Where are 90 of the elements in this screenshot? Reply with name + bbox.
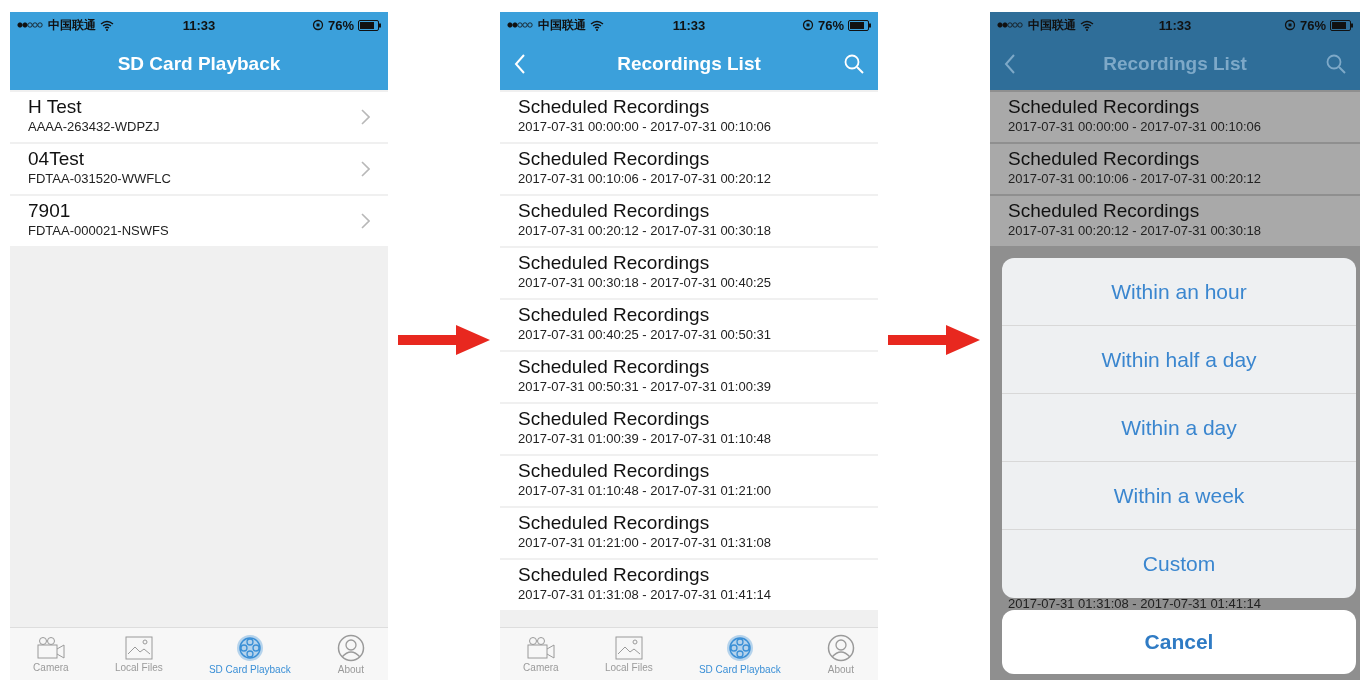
signal-icon bbox=[996, 21, 1024, 29]
image-icon bbox=[613, 635, 644, 660]
row-subtitle: 2017-07-31 00:10:06 - 2017-07-31 00:20:12 bbox=[1008, 170, 1262, 187]
row-title: Scheduled Recordings bbox=[518, 304, 711, 326]
row-title: Scheduled Recordings bbox=[518, 564, 711, 586]
list-row[interactable]: Scheduled Recordings 2017-07-31 00:30:18 - 2017-07-31 00:40:25 bbox=[500, 248, 878, 298]
row-title: Scheduled Recordings bbox=[1008, 200, 1201, 222]
person-icon bbox=[336, 633, 365, 662]
row-subtitle: FDTAA-031520-WWFLC bbox=[28, 170, 172, 187]
row-title: Scheduled Recordings bbox=[518, 408, 711, 430]
row-subtitle: 2017-07-31 01:21:00 - 2017-07-31 01:31:08 bbox=[518, 534, 772, 551]
back-icon[interactable] bbox=[1004, 54, 1016, 74]
signal-icon bbox=[506, 21, 534, 29]
list-row[interactable]: Scheduled Recordings 2017-07-31 00:10:06 - 2017-07-31 00:20:12 bbox=[500, 144, 878, 194]
battery-percent: 76% bbox=[327, 17, 354, 33]
wifi-icon bbox=[100, 19, 114, 31]
row-title: Scheduled Recordings bbox=[518, 460, 711, 482]
search-icon[interactable] bbox=[844, 54, 864, 74]
battery-icon bbox=[848, 19, 872, 31]
battery-icon bbox=[1330, 19, 1354, 31]
status-time: 11:33 bbox=[182, 17, 216, 33]
signal-icon bbox=[16, 21, 44, 29]
nav-title: Recordings List bbox=[616, 53, 762, 75]
row-title: H Test bbox=[28, 96, 83, 118]
camera-icon bbox=[34, 635, 67, 660]
list-row[interactable]: Scheduled Recordings 2017-07-31 00:20:12 - 2017-07-31 00:30:18 bbox=[500, 196, 878, 246]
row-subtitle: AAAA-263432-WDPZJ bbox=[28, 118, 161, 135]
reel-icon bbox=[235, 633, 264, 662]
image-icon bbox=[123, 635, 154, 660]
list-row[interactable]: H Test AAAA-263432-WDPZJ bbox=[10, 92, 388, 142]
row-subtitle: 2017-07-31 01:31:08 - 2017-07-31 01:41:14 bbox=[518, 586, 772, 603]
row-title: 04Test bbox=[28, 148, 85, 170]
row-subtitle: 2017-07-31 00:40:25 - 2017-07-31 00:50:31 bbox=[518, 326, 772, 343]
wifi-icon bbox=[590, 19, 604, 31]
nav-title: Recordings List bbox=[1102, 53, 1248, 75]
row-subtitle: 2017-07-31 00:20:12 - 2017-07-31 00:30:18 bbox=[518, 222, 772, 239]
camera-icon bbox=[524, 635, 557, 660]
battery-icon bbox=[358, 19, 382, 31]
row-title: 7901 bbox=[28, 200, 72, 222]
list-row[interactable]: Scheduled Recordings 2017-07-31 00:50:31 - 2017-07-31 01:00:39 bbox=[500, 352, 878, 402]
nav-title: SD Card Playback bbox=[116, 53, 282, 75]
row-title: Scheduled Recordings bbox=[518, 148, 711, 170]
list-row[interactable]: Scheduled Recordings 2017-07-31 00:10:06 - 2017-07-31 00:20:12 bbox=[990, 144, 1360, 194]
row-subtitle: 2017-07-31 00:10:06 - 2017-07-31 00:20:12 bbox=[518, 170, 772, 187]
arrow-icon bbox=[398, 325, 490, 355]
row-title: Scheduled Recordings bbox=[1008, 96, 1201, 118]
list-row[interactable]: Scheduled Recordings 2017-07-31 01:10:48 - 2017-07-31 01:21:00 bbox=[500, 456, 878, 506]
row-subtitle: 2017-07-31 00:00:00 - 2017-07-31 00:10:06 bbox=[1008, 118, 1262, 135]
list-row[interactable]: Scheduled Recordings 2017-07-31 01:00:39 - 2017-07-31 01:10:48 bbox=[500, 404, 878, 454]
chevron-icon bbox=[361, 109, 370, 125]
row-title: Scheduled Recordings bbox=[518, 356, 711, 378]
row-title: Scheduled Recordings bbox=[518, 96, 711, 118]
wifi-icon bbox=[1080, 19, 1094, 31]
carrier-name: 中国联通 bbox=[48, 16, 96, 34]
row-title: Scheduled Recordings bbox=[518, 252, 711, 274]
rotation-lock-icon bbox=[311, 19, 324, 31]
search-icon[interactable] bbox=[1326, 54, 1346, 74]
row-subtitle: 2017-07-31 01:00:39 - 2017-07-31 01:10:48 bbox=[518, 430, 772, 447]
list-row[interactable]: Scheduled Recordings 2017-07-31 00:40:25 - 2017-07-31 00:50:31 bbox=[500, 300, 878, 350]
row-title: Scheduled Recordings bbox=[518, 200, 711, 222]
rotation-lock-icon bbox=[801, 19, 814, 31]
arrow-icon bbox=[888, 325, 980, 355]
person-icon bbox=[826, 633, 855, 662]
row-subtitle: 2017-07-31 01:10:48 - 2017-07-31 01:21:00 bbox=[518, 482, 772, 499]
row-subtitle: 2017-07-31 00:20:12 - 2017-07-31 00:30:18 bbox=[1008, 222, 1262, 239]
row-title: Scheduled Recordings bbox=[1008, 148, 1201, 170]
row-subtitle: FDTAA-000021-NSWFS bbox=[28, 222, 170, 239]
chevron-icon bbox=[361, 213, 370, 229]
list-row[interactable]: 7901 FDTAA-000021-NSWFS bbox=[10, 196, 388, 246]
carrier-name: 中国联通 bbox=[538, 16, 586, 34]
status-time: 11:33 bbox=[672, 17, 706, 33]
carrier-name: 中国联通 bbox=[1028, 16, 1076, 34]
list-row[interactable]: Scheduled Recordings 2017-07-31 01:31:08 - 2017-07-31 01:41:14 bbox=[500, 560, 878, 610]
row-subtitle: 2017-07-31 01:31:08 - 2017-07-31 01:41:14 bbox=[1007, 598, 1262, 610]
list-row[interactable]: Scheduled Recordings 2017-07-31 00:00:00 - 2017-07-31 00:10:06 bbox=[500, 92, 878, 142]
row-subtitle: 2017-07-31 00:50:31 - 2017-07-31 01:00:39 bbox=[518, 378, 772, 395]
list-row[interactable]: 04Test FDTAA-031520-WWFLC bbox=[10, 144, 388, 194]
chevron-icon bbox=[361, 161, 370, 177]
list-row[interactable]: Scheduled Recordings 2017-07-31 01:21:00 - 2017-07-31 01:31:08 bbox=[500, 508, 878, 558]
list-row[interactable]: Scheduled Recordings 2017-07-31 00:20:12 - 2017-07-31 00:30:18 bbox=[990, 196, 1360, 246]
status-time: 11:33 bbox=[1158, 17, 1192, 33]
row-subtitle: 2017-07-31 00:00:00 - 2017-07-31 00:10:06 bbox=[518, 118, 772, 135]
list-row[interactable]: Scheduled Recordings 2017-07-31 00:00:00 - 2017-07-31 00:10:06 bbox=[990, 92, 1360, 142]
rotation-lock-icon bbox=[1283, 19, 1296, 31]
battery-percent: 76% bbox=[1299, 17, 1326, 33]
row-title: Scheduled Recordings bbox=[518, 512, 711, 534]
battery-percent: 76% bbox=[817, 17, 844, 33]
reel-icon bbox=[725, 633, 754, 662]
row-subtitle: 2017-07-31 00:30:18 - 2017-07-31 00:40:25 bbox=[518, 274, 772, 291]
cancel-button[interactable]: Cancel bbox=[1002, 610, 1356, 674]
